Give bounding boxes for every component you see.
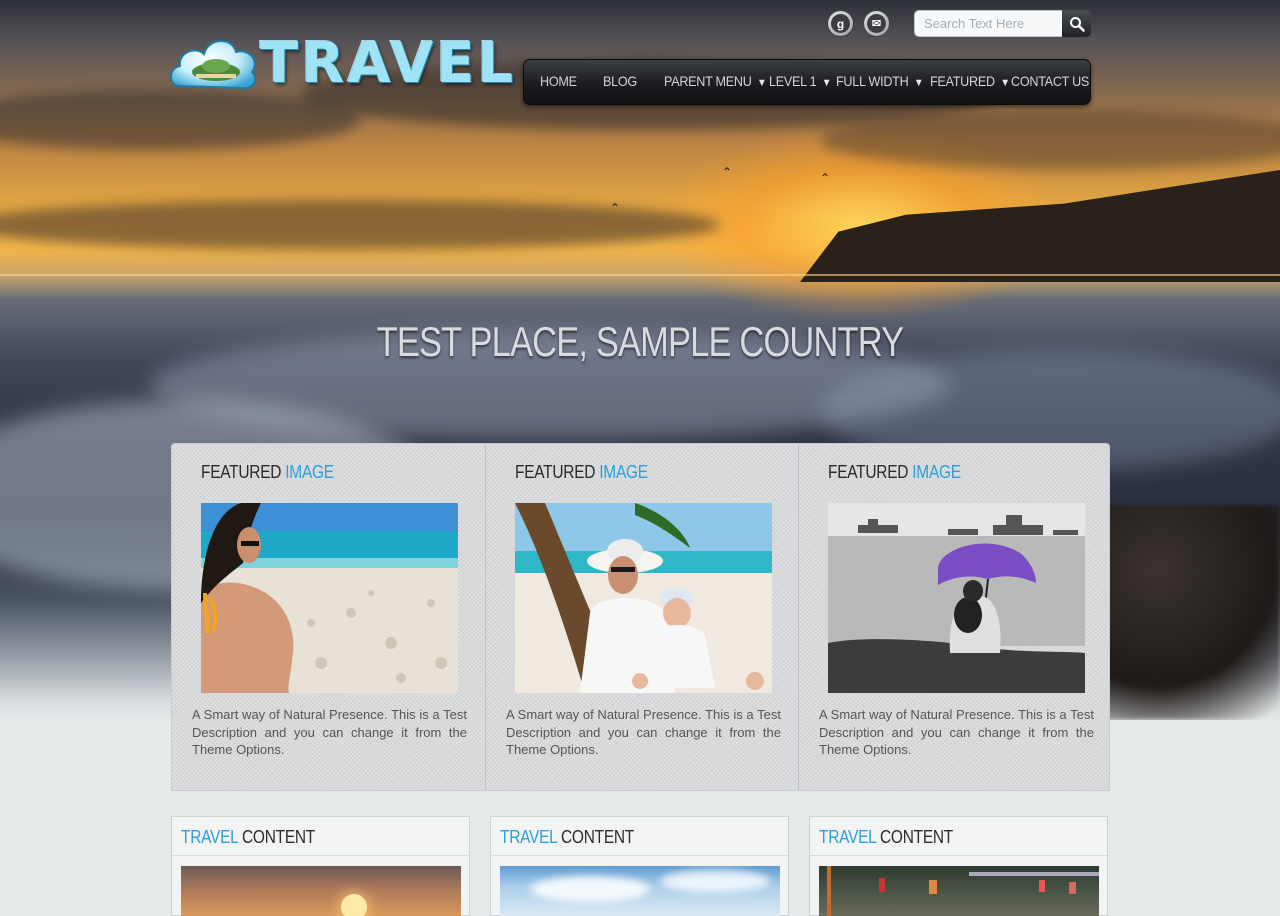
featured-image-mother-baby[interactable]: [515, 503, 772, 693]
caret-down-icon: ▼: [913, 77, 924, 89]
featured-title: FEATURED IMAGE: [201, 462, 334, 483]
google-plus-icon: g: [831, 14, 850, 33]
caret-down-icon: ▼: [1000, 77, 1010, 89]
search-box: [914, 10, 1091, 37]
nav-label: CONTACT US: [1011, 73, 1090, 89]
nav-label: HOME: [540, 73, 577, 89]
card-title: TRAVEL CONTENT: [500, 827, 634, 848]
cloud-logo-icon: [170, 40, 257, 90]
bird-icon: ⌃: [722, 165, 733, 179]
featured-item: FEATURED IMAGE A Smart way of Natural Pr…: [798, 444, 1112, 790]
nav-item-full-width[interactable]: FULL WIDTH ▼: [836, 60, 924, 104]
search-icon: [1069, 16, 1085, 32]
logo-text: TRAVEL: [260, 31, 517, 96]
content-image-sky[interactable]: [500, 866, 780, 916]
featured-title-main: FEATURED: [201, 462, 282, 482]
content-card: TRAVEL CONTENT: [490, 816, 789, 916]
hero-title: TEST PLACE, SAMPLE COUNTRY: [376, 318, 905, 365]
headland: [800, 170, 1280, 282]
email-button[interactable]: ✉: [863, 10, 890, 37]
card-title-main: CONTENT: [560, 827, 635, 847]
caret-down-icon: ▼: [756, 77, 767, 89]
card-title: TRAVEL CONTENT: [819, 827, 953, 848]
site-logo[interactable]: TRAVEL: [166, 30, 513, 96]
card-title-accent: TRAVEL: [819, 827, 876, 847]
content-card: TRAVEL CONTENT: [809, 816, 1108, 916]
search-button[interactable]: [1062, 10, 1091, 37]
content-image-sunset[interactable]: [181, 866, 461, 916]
caret-down-icon: ▼: [821, 77, 832, 89]
nav-item-home[interactable]: HOME: [540, 60, 577, 104]
nav-label: PARENT MENU: [664, 73, 752, 89]
content-image-street[interactable]: [819, 866, 1099, 916]
card-title-main: CONTENT: [241, 827, 316, 847]
featured-title-main: FEATURED: [515, 462, 596, 482]
google-plus-button[interactable]: g: [827, 10, 854, 37]
content-card: TRAVEL CONTENT: [171, 816, 470, 916]
featured-image-purple-umbrella[interactable]: [828, 503, 1085, 693]
rocks: [1105, 505, 1280, 720]
email-icon: ✉: [867, 14, 886, 33]
featured-title-main: FEATURED: [828, 462, 909, 482]
featured-item: FEATURED IMAGE A Smart way of Natural Pr…: [172, 444, 485, 790]
featured-title-accent: IMAGE: [599, 462, 648, 482]
nav-label: BLOG: [603, 73, 637, 89]
nav-item-blog[interactable]: BLOG: [603, 60, 637, 104]
nav-item-featured[interactable]: FEATURED ▼: [930, 60, 1010, 104]
featured-item: FEATURED IMAGE A Smart way of Natural Pr…: [485, 444, 799, 790]
card-title-main: CONTENT: [879, 827, 954, 847]
main-navigation: HOME BLOG PARENT MENU ▼ LEVEL 1 ▼ FULL WID…: [523, 59, 1091, 105]
featured-panel: FEATURED IMAGE A Smart way of Natural Pr…: [171, 443, 1110, 791]
nav-item-parent-menu[interactable]: PARENT MENU ▼: [664, 60, 767, 104]
umbrella-sea-photo: [828, 503, 1085, 693]
card-title: TRAVEL CONTENT: [181, 827, 315, 848]
nav-label: LEVEL 1: [769, 73, 817, 89]
featured-description: A Smart way of Natural Presence. This is…: [192, 707, 467, 757]
beach-photo: [201, 503, 458, 693]
featured-image-beach-woman[interactable]: [201, 503, 458, 693]
nav-item-contact-us[interactable]: CONTACT US: [1011, 60, 1089, 104]
bird-icon: ⌃: [610, 201, 621, 215]
search-input[interactable]: [914, 10, 1063, 37]
featured-title: FEATURED IMAGE: [828, 462, 961, 483]
featured-description: A Smart way of Natural Presence. This is…: [506, 707, 781, 757]
featured-title: FEATURED IMAGE: [515, 462, 648, 483]
card-title-accent: TRAVEL: [500, 827, 557, 847]
featured-description: A Smart way of Natural Presence. This is…: [819, 707, 1094, 757]
nav-item-level-1[interactable]: LEVEL 1 ▼: [769, 60, 832, 104]
featured-title-accent: IMAGE: [285, 462, 334, 482]
bird-icon: ⌃: [820, 171, 831, 185]
featured-title-accent: IMAGE: [912, 462, 961, 482]
nav-label: FEATURED: [930, 73, 995, 89]
nav-label: FULL WIDTH: [836, 73, 909, 89]
card-title-accent: TRAVEL: [181, 827, 238, 847]
family-beach-photo: [515, 503, 772, 693]
